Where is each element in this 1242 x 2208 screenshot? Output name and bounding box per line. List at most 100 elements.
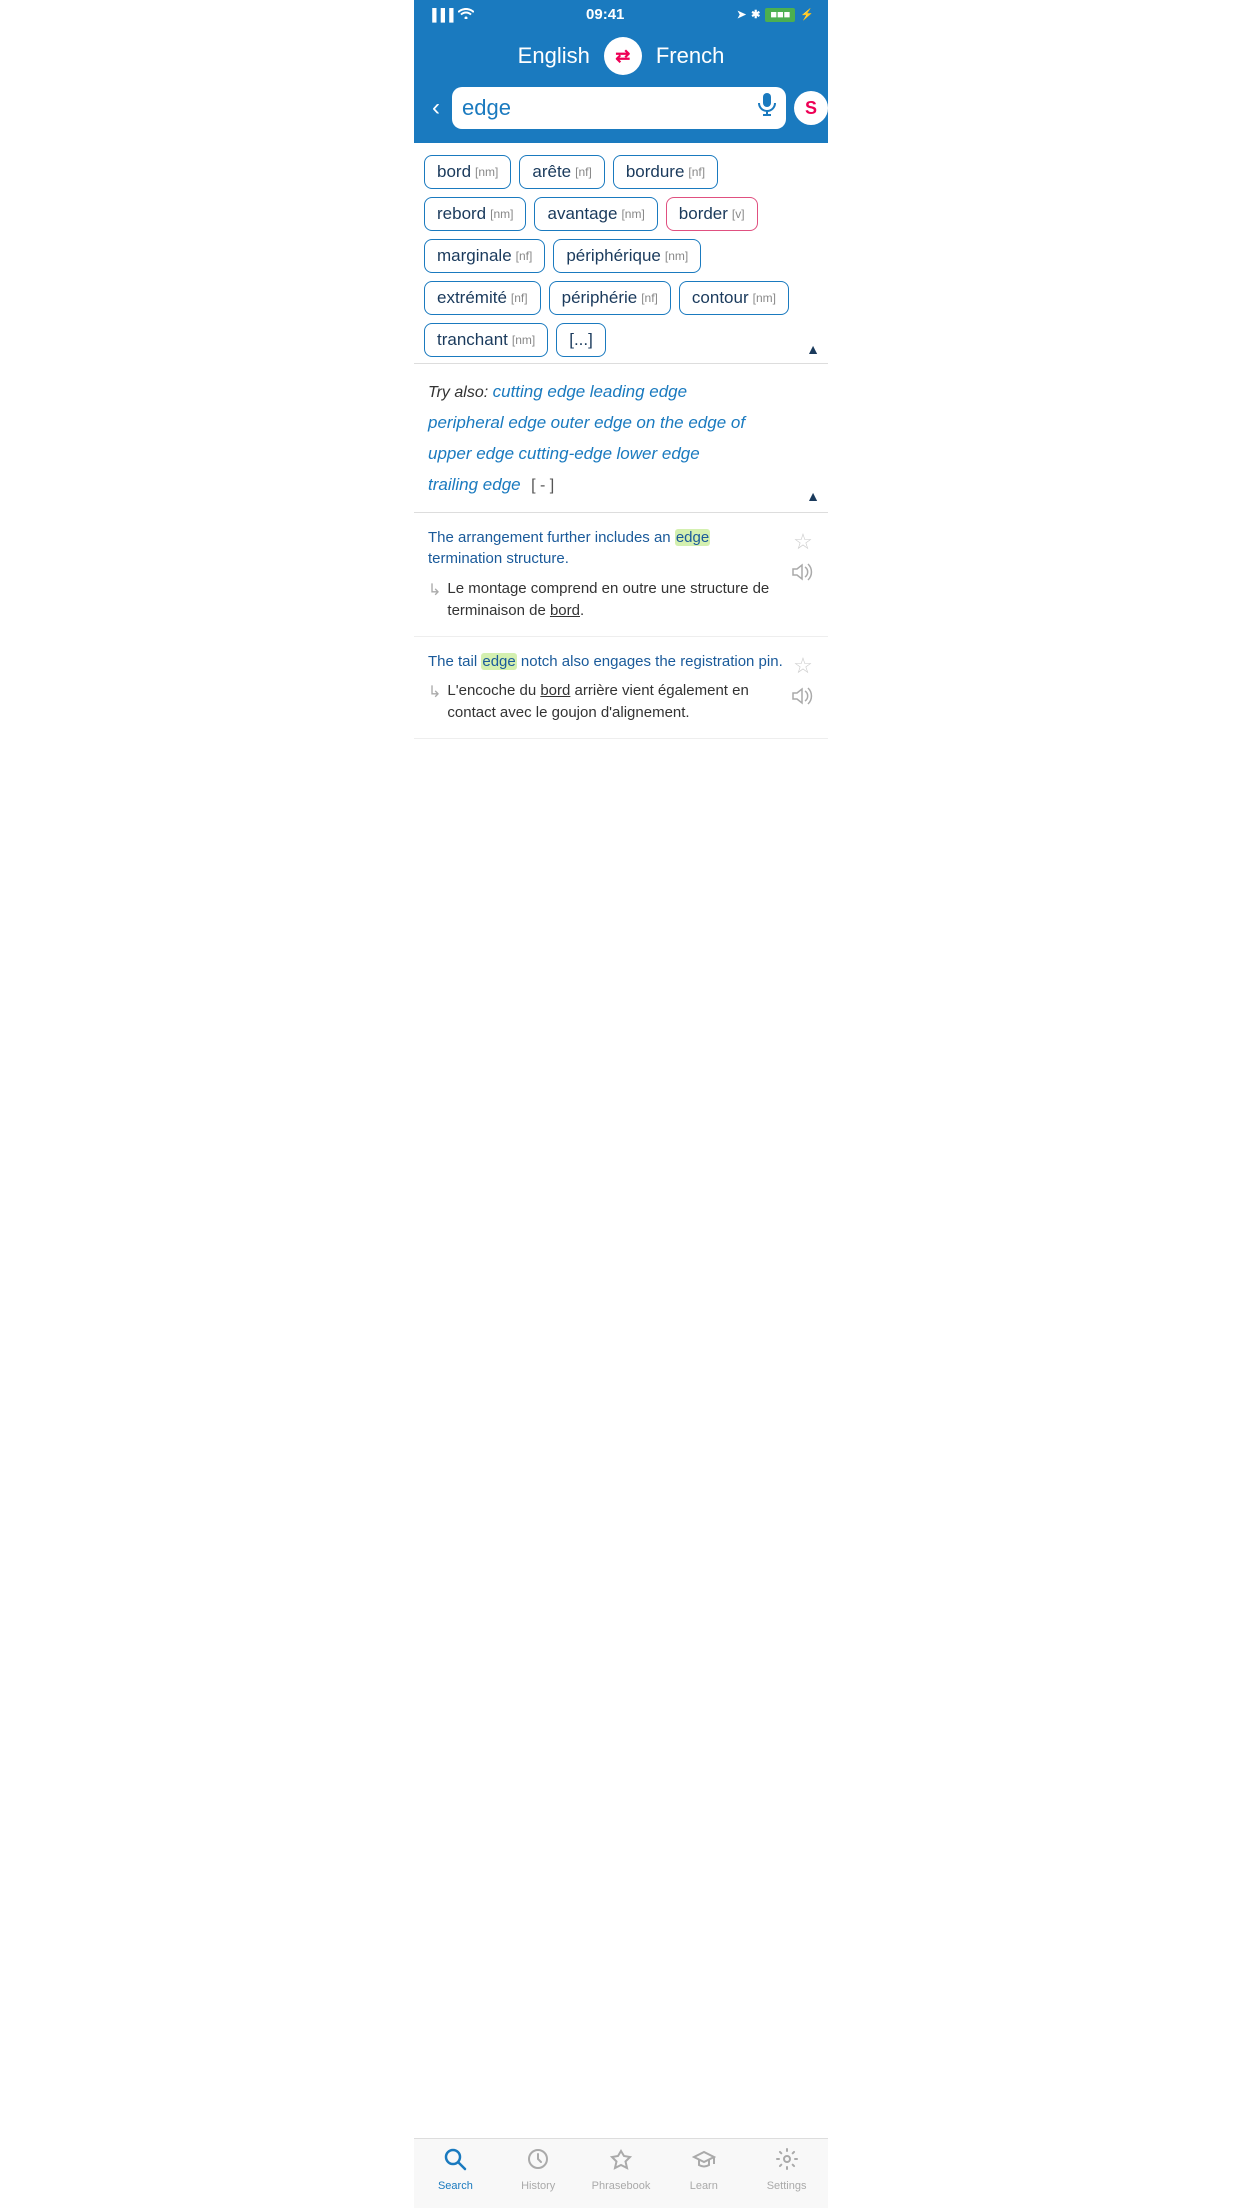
try-also-on-the-edge-of[interactable]: on the edge of [636,413,745,432]
sound-button-1[interactable] [792,563,814,587]
sound-button-2[interactable] [792,687,814,711]
chip-tranchant[interactable]: tranchant [nm] [424,323,548,357]
grid-button[interactable] [838,92,864,124]
favorite-star-1[interactable]: ☆ [793,527,813,555]
main-content: bord[nm]arête[nf]bordure[nf]rebord[nm]av… [414,143,828,819]
chip-[interactable]: [...] [556,323,606,357]
chip-pos: [nm] [490,207,513,221]
chip-pos: [nf] [516,249,533,263]
chip-priphrie[interactable]: périphérie[nf] [549,281,671,315]
sentence-block-1: The arrangement further includes an edge… [414,513,828,637]
try-also-outer-edge[interactable]: outer edge [551,413,632,432]
status-right: ➤ ✱ ■■■ ⚡ [737,8,814,22]
nav-settings[interactable]: Settings [757,2147,817,2192]
chip-pos: [nm] [621,207,644,221]
chip-word: rebord [437,204,486,224]
chip-marginale[interactable]: marginale [nf] [424,239,545,273]
sentence-actions-2: ☆ [792,651,814,711]
chips-section: bord[nm]arête[nf]bordure[nf]rebord[nm]av… [414,143,828,364]
try-also-cutting-edge[interactable]: cutting edge [493,382,586,401]
chip-rebord[interactable]: rebord [nm] [424,197,526,231]
chip-extrmit[interactable]: extrémité [nf] [424,281,541,315]
battery-icon: ■■■ [765,8,795,22]
sentence-fr-2: L'encoche du bord arrière vient égalemen… [447,680,784,724]
s-button[interactable]: S [794,91,828,125]
chip-arte[interactable]: arête[nf] [519,155,604,189]
try-also-trailing-edge[interactable]: trailing edge [428,475,521,494]
location-icon: ➤ [737,8,746,21]
chip-pos: [nf] [641,291,658,305]
s-icon: S [805,98,817,119]
phrasebook-nav-label: Phrasebook [592,2180,651,2192]
chip-word: contour [692,288,749,308]
chip-pos: [nf] [575,165,592,179]
try-also-leading-edge[interactable]: leading edge [590,382,687,401]
back-button[interactable]: ‹ [428,94,444,122]
favorite-star-2[interactable]: ☆ [793,651,813,679]
try-also-expand[interactable]: [ - ] [531,477,554,494]
chip-word: extrémité [437,288,507,308]
search-input[interactable] [462,95,750,121]
bluetooth-icon: ✱ [751,8,760,21]
status-left: ▐▐▐ [428,7,474,22]
target-language[interactable]: French [656,43,724,69]
chip-word: bord [437,162,471,182]
chip-pos: [nm] [665,249,688,263]
chip-pos: [nf] [688,165,705,179]
search-nav-label: Search [438,2180,473,2192]
chip-pos: [nm] [512,333,535,347]
swap-icon: ⇄ [615,46,630,67]
chip-pos: [nm] [753,291,776,305]
settings-nav-label: Settings [767,2180,807,2192]
phrasebook-nav-icon [609,2147,633,2177]
highlight-bord-2: bord [540,682,570,699]
chip-bordure[interactable]: bordure[nf] [613,155,718,189]
charge-icon: ⚡ [800,8,814,21]
chip-word: [...] [569,330,593,350]
chip-word: avantage [547,204,617,224]
try-also-line-1: Try also: cutting edge leading edge [428,378,814,407]
chip-border[interactable]: border[v] [666,197,758,231]
chip-word: tranchant [437,330,508,350]
sentence-actions-1: ☆ [792,527,814,587]
history-nav-icon [526,2147,550,2177]
chip-bord[interactable]: bord[nm] [424,155,511,189]
nav-history[interactable]: History [508,2147,568,2192]
nav-phrasebook[interactable]: Phrasebook [591,2147,651,2192]
swap-languages-button[interactable]: ⇄ [604,37,642,75]
chips-collapse-button[interactable]: ▲ [806,341,820,357]
try-also-upper-edge[interactable]: upper edge [428,444,514,463]
chip-word: périphérie [562,288,638,308]
search-nav-icon [443,2147,467,2177]
sentence-en-2: The tail edge notch also engages the reg… [428,651,784,673]
try-also-lower-edge[interactable]: lower edge [617,444,700,463]
try-also-line-3: upper edge cutting-edge lower edge [428,440,814,469]
language-selector: English ⇄ French [428,37,814,75]
bottom-nav: Search History Phrasebook Learn [414,2138,828,2208]
try-also-collapse-button[interactable]: ▲ [806,488,820,504]
sound-button[interactable] [874,93,902,123]
header-actions: S [794,91,902,125]
status-time: 09:41 [586,6,624,23]
reply-icon-1: ↳ [428,580,441,600]
status-bar: ▐▐▐ 09:41 ➤ ✱ ■■■ ⚡ [414,0,828,27]
highlight-edge-2: edge [481,653,516,670]
settings-nav-icon [775,2147,799,2177]
search-input-wrap [452,87,786,129]
sentence-block-2: The tail edge notch also engages the reg… [414,637,828,739]
chip-avantage[interactable]: avantage [nm] [534,197,657,231]
chip-contour[interactable]: contour [nm] [679,281,789,315]
header: English ⇄ French ‹ S [414,27,828,143]
chip-word: marginale [437,246,512,266]
chip-pos: [nf] [511,291,528,305]
chip-priphrique[interactable]: périphérique[nm] [553,239,701,273]
microphone-icon[interactable] [758,93,776,123]
sentence-en-1: The arrangement further includes an edge… [428,527,784,571]
nav-learn[interactable]: Learn [674,2147,734,2192]
try-also-cutting-edge-hyphen[interactable]: cutting-edge [518,444,612,463]
try-also-label: Try also: [428,384,488,401]
try-also-section: Try also: cutting edge leading edge peri… [414,364,828,513]
try-also-peripheral-edge[interactable]: peripheral edge [428,413,546,432]
source-language[interactable]: English [518,43,590,69]
nav-search[interactable]: Search [425,2147,485,2192]
